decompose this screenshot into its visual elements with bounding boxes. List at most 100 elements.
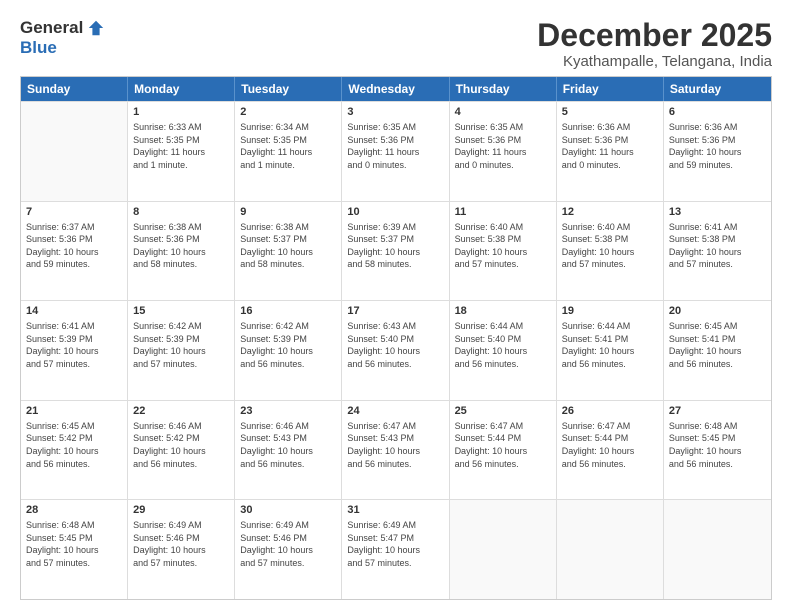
cell-info: Sunrise: 6:36 AM Sunset: 5:36 PM Dayligh…	[562, 121, 658, 171]
cell-info: Sunrise: 6:39 AM Sunset: 5:37 PM Dayligh…	[347, 221, 443, 271]
cell-info: Sunrise: 6:40 AM Sunset: 5:38 PM Dayligh…	[562, 221, 658, 271]
calendar-header-cell: Sunday	[21, 77, 128, 101]
calendar-cell	[557, 500, 664, 599]
calendar-header-row: SundayMondayTuesdayWednesdayThursdayFrid…	[21, 77, 771, 101]
cell-day-number: 19	[562, 304, 658, 319]
cell-day-number: 1	[133, 105, 229, 120]
logo-general-text: General	[20, 18, 83, 38]
calendar-cell: 4Sunrise: 6:35 AM Sunset: 5:36 PM Daylig…	[450, 102, 557, 201]
calendar-week: 7Sunrise: 6:37 AM Sunset: 5:36 PM Daylig…	[21, 201, 771, 301]
cell-info: Sunrise: 6:44 AM Sunset: 5:40 PM Dayligh…	[455, 320, 551, 370]
cell-info: Sunrise: 6:41 AM Sunset: 5:38 PM Dayligh…	[669, 221, 766, 271]
cell-day-number: 17	[347, 304, 443, 319]
cell-info: Sunrise: 6:47 AM Sunset: 5:44 PM Dayligh…	[455, 420, 551, 470]
cell-day-number: 4	[455, 105, 551, 120]
calendar-cell: 2Sunrise: 6:34 AM Sunset: 5:35 PM Daylig…	[235, 102, 342, 201]
cell-info: Sunrise: 6:46 AM Sunset: 5:43 PM Dayligh…	[240, 420, 336, 470]
cell-day-number: 13	[669, 205, 766, 220]
cell-day-number: 6	[669, 105, 766, 120]
cell-day-number: 20	[669, 304, 766, 319]
calendar-header-cell: Tuesday	[235, 77, 342, 101]
cell-info: Sunrise: 6:45 AM Sunset: 5:42 PM Dayligh…	[26, 420, 122, 470]
logo-blue-text: Blue	[20, 38, 57, 58]
calendar-cell: 17Sunrise: 6:43 AM Sunset: 5:40 PM Dayli…	[342, 301, 449, 400]
cell-day-number: 9	[240, 205, 336, 220]
calendar-cell: 27Sunrise: 6:48 AM Sunset: 5:45 PM Dayli…	[664, 401, 771, 500]
calendar-cell	[450, 500, 557, 599]
cell-day-number: 28	[26, 503, 122, 518]
cell-day-number: 29	[133, 503, 229, 518]
cell-info: Sunrise: 6:48 AM Sunset: 5:45 PM Dayligh…	[669, 420, 766, 470]
cell-info: Sunrise: 6:34 AM Sunset: 5:35 PM Dayligh…	[240, 121, 336, 171]
cell-info: Sunrise: 6:49 AM Sunset: 5:46 PM Dayligh…	[240, 519, 336, 569]
main-title: December 2025	[537, 18, 772, 53]
calendar-cell: 8Sunrise: 6:38 AM Sunset: 5:36 PM Daylig…	[128, 202, 235, 301]
calendar-cell: 29Sunrise: 6:49 AM Sunset: 5:46 PM Dayli…	[128, 500, 235, 599]
calendar-cell: 3Sunrise: 6:35 AM Sunset: 5:36 PM Daylig…	[342, 102, 449, 201]
calendar-cell: 31Sunrise: 6:49 AM Sunset: 5:47 PM Dayli…	[342, 500, 449, 599]
calendar-header-cell: Saturday	[664, 77, 771, 101]
calendar-cell: 28Sunrise: 6:48 AM Sunset: 5:45 PM Dayli…	[21, 500, 128, 599]
sub-title: Kyathampalle, Telangana, India	[537, 53, 772, 70]
calendar-cell: 21Sunrise: 6:45 AM Sunset: 5:42 PM Dayli…	[21, 401, 128, 500]
cell-day-number: 11	[455, 205, 551, 220]
cell-day-number: 5	[562, 105, 658, 120]
cell-info: Sunrise: 6:44 AM Sunset: 5:41 PM Dayligh…	[562, 320, 658, 370]
calendar-cell: 6Sunrise: 6:36 AM Sunset: 5:36 PM Daylig…	[664, 102, 771, 201]
cell-info: Sunrise: 6:42 AM Sunset: 5:39 PM Dayligh…	[240, 320, 336, 370]
calendar-cell: 24Sunrise: 6:47 AM Sunset: 5:43 PM Dayli…	[342, 401, 449, 500]
page: General Blue December 2025 Kyathampalle,…	[0, 0, 792, 612]
cell-day-number: 26	[562, 404, 658, 419]
calendar-cell: 26Sunrise: 6:47 AM Sunset: 5:44 PM Dayli…	[557, 401, 664, 500]
cell-day-number: 15	[133, 304, 229, 319]
calendar-cell: 30Sunrise: 6:49 AM Sunset: 5:46 PM Dayli…	[235, 500, 342, 599]
cell-day-number: 3	[347, 105, 443, 120]
cell-info: Sunrise: 6:49 AM Sunset: 5:47 PM Dayligh…	[347, 519, 443, 569]
calendar-week: 14Sunrise: 6:41 AM Sunset: 5:39 PM Dayli…	[21, 300, 771, 400]
calendar-header-cell: Monday	[128, 77, 235, 101]
calendar-week: 21Sunrise: 6:45 AM Sunset: 5:42 PM Dayli…	[21, 400, 771, 500]
cell-info: Sunrise: 6:36 AM Sunset: 5:36 PM Dayligh…	[669, 121, 766, 171]
calendar-cell: 15Sunrise: 6:42 AM Sunset: 5:39 PM Dayli…	[128, 301, 235, 400]
cell-info: Sunrise: 6:45 AM Sunset: 5:41 PM Dayligh…	[669, 320, 766, 370]
calendar-cell: 22Sunrise: 6:46 AM Sunset: 5:42 PM Dayli…	[128, 401, 235, 500]
cell-day-number: 25	[455, 404, 551, 419]
cell-info: Sunrise: 6:35 AM Sunset: 5:36 PM Dayligh…	[455, 121, 551, 171]
calendar-header-cell: Friday	[557, 77, 664, 101]
cell-info: Sunrise: 6:33 AM Sunset: 5:35 PM Dayligh…	[133, 121, 229, 171]
cell-day-number: 16	[240, 304, 336, 319]
calendar-cell: 13Sunrise: 6:41 AM Sunset: 5:38 PM Dayli…	[664, 202, 771, 301]
calendar-week: 28Sunrise: 6:48 AM Sunset: 5:45 PM Dayli…	[21, 499, 771, 599]
calendar-week: 1Sunrise: 6:33 AM Sunset: 5:35 PM Daylig…	[21, 101, 771, 201]
calendar: SundayMondayTuesdayWednesdayThursdayFrid…	[20, 76, 772, 600]
cell-day-number: 14	[26, 304, 122, 319]
cell-day-number: 27	[669, 404, 766, 419]
calendar-cell: 5Sunrise: 6:36 AM Sunset: 5:36 PM Daylig…	[557, 102, 664, 201]
cell-day-number: 10	[347, 205, 443, 220]
calendar-cell: 16Sunrise: 6:42 AM Sunset: 5:39 PM Dayli…	[235, 301, 342, 400]
cell-day-number: 7	[26, 205, 122, 220]
logo: General Blue	[20, 18, 105, 58]
cell-day-number: 23	[240, 404, 336, 419]
header: General Blue December 2025 Kyathampalle,…	[20, 18, 772, 70]
cell-info: Sunrise: 6:37 AM Sunset: 5:36 PM Dayligh…	[26, 221, 122, 271]
cell-info: Sunrise: 6:47 AM Sunset: 5:44 PM Dayligh…	[562, 420, 658, 470]
logo-icon	[87, 19, 105, 37]
cell-info: Sunrise: 6:42 AM Sunset: 5:39 PM Dayligh…	[133, 320, 229, 370]
cell-info: Sunrise: 6:35 AM Sunset: 5:36 PM Dayligh…	[347, 121, 443, 171]
cell-day-number: 18	[455, 304, 551, 319]
cell-day-number: 2	[240, 105, 336, 120]
calendar-header-cell: Wednesday	[342, 77, 449, 101]
cell-info: Sunrise: 6:40 AM Sunset: 5:38 PM Dayligh…	[455, 221, 551, 271]
calendar-cell: 10Sunrise: 6:39 AM Sunset: 5:37 PM Dayli…	[342, 202, 449, 301]
calendar-cell	[664, 500, 771, 599]
title-block: December 2025 Kyathampalle, Telangana, I…	[537, 18, 772, 70]
calendar-cell: 1Sunrise: 6:33 AM Sunset: 5:35 PM Daylig…	[128, 102, 235, 201]
cell-info: Sunrise: 6:43 AM Sunset: 5:40 PM Dayligh…	[347, 320, 443, 370]
calendar-cell: 11Sunrise: 6:40 AM Sunset: 5:38 PM Dayli…	[450, 202, 557, 301]
cell-day-number: 12	[562, 205, 658, 220]
cell-day-number: 22	[133, 404, 229, 419]
calendar-cell: 14Sunrise: 6:41 AM Sunset: 5:39 PM Dayli…	[21, 301, 128, 400]
calendar-header-cell: Thursday	[450, 77, 557, 101]
cell-info: Sunrise: 6:38 AM Sunset: 5:36 PM Dayligh…	[133, 221, 229, 271]
